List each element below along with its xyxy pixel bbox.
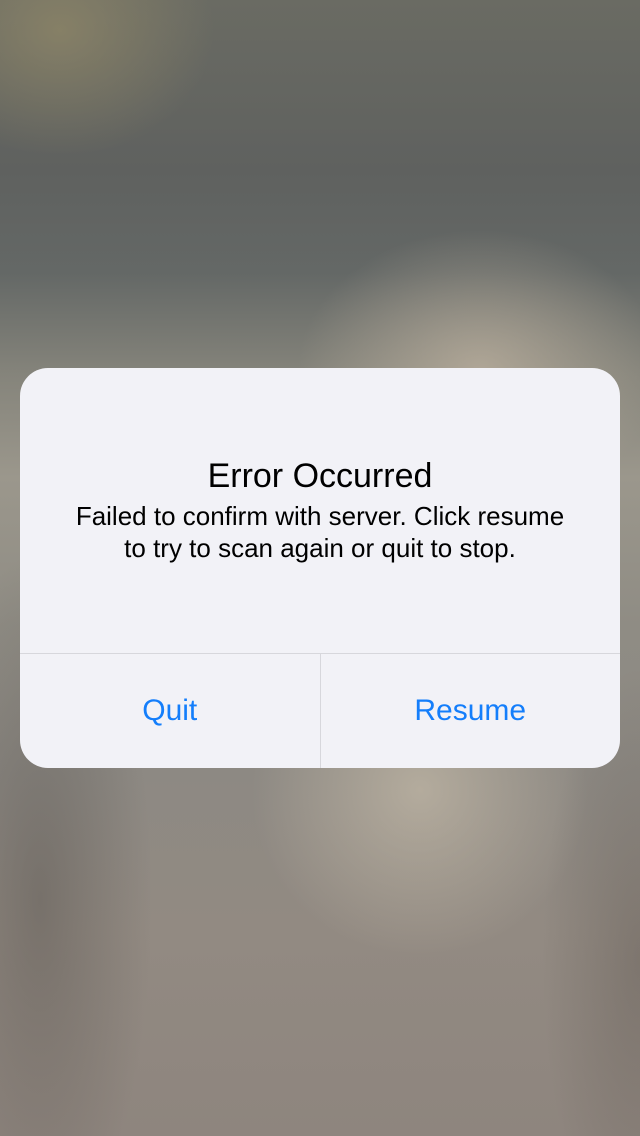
alert-message: Failed to confirm with server. Click res… xyxy=(40,500,600,564)
alert-actions: Quit Resume xyxy=(20,654,620,768)
alert-message-line: Failed to confirm with server. Click res… xyxy=(75,501,565,531)
alert-content: Error Occurred Failed to confirm with se… xyxy=(20,368,620,653)
alert-title: Error Occurred xyxy=(207,457,433,495)
error-alert-dialog: Error Occurred Failed to confirm with se… xyxy=(20,368,620,768)
screen: Error Occurred Failed to confirm with se… xyxy=(0,0,640,1136)
quit-button[interactable]: Quit xyxy=(20,654,320,768)
alert-message-line: to try to scan again or quit to stop. xyxy=(124,533,516,563)
resume-button[interactable]: Resume xyxy=(321,654,621,768)
